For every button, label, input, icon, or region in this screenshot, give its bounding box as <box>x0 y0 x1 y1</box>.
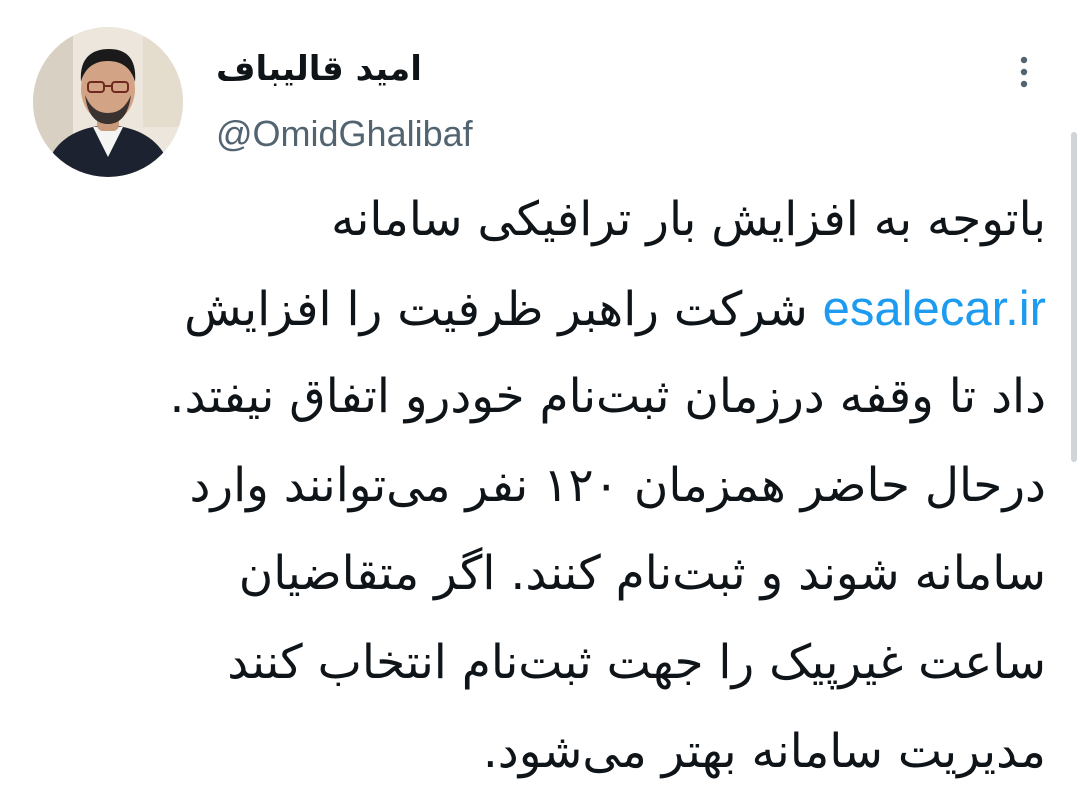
more-vertical-icon <box>1020 56 1028 88</box>
tweet-line: داد تا وقفه درزمان ثبت‌نام خودرو اتفاق ن… <box>169 369 1046 425</box>
tweet-line-text: شرکت راهبر ظرفیت را افزایش <box>184 281 823 337</box>
tweet-line: سامانه شوند و ثبت‌نام کنند. اگر متقاضیان <box>238 546 1046 602</box>
tweet-text: باتوجه به افزایش بار ترافیکی سامانه esal… <box>66 176 1046 796</box>
tweet-line: درحال حاضر همزمان ۱۲۰ نفر می‌توانند وارد <box>189 457 1046 513</box>
tweet-link[interactable]: esalecar.ir <box>823 282 1046 336</box>
tweet-line: باتوجه به افزایش بار ترافیکی سامانه <box>331 192 1046 247</box>
tweet-line: esalecar.ir شرکت راهبر ظرفیت را افزایش <box>66 265 1046 354</box>
tweet-card: امید قالیباف @OmidGhalibaf باتوجه به افز… <box>0 0 1080 807</box>
more-options-button[interactable] <box>1008 52 1040 92</box>
author-avatar[interactable] <box>33 27 183 177</box>
user-avatar-icon <box>33 27 183 177</box>
tweet-line: مدیریت سامانه بهتر می‌شود. <box>482 723 1046 779</box>
scrollbar-thumb[interactable] <box>1071 132 1077 462</box>
author-display-name[interactable]: امید قالیباف <box>216 47 422 91</box>
tweet-line: ساعت غیرپیک را جهت ثبت‌نام انتخاب کنند <box>227 634 1046 690</box>
author-handle[interactable]: @OmidGhalibaf <box>216 111 473 157</box>
